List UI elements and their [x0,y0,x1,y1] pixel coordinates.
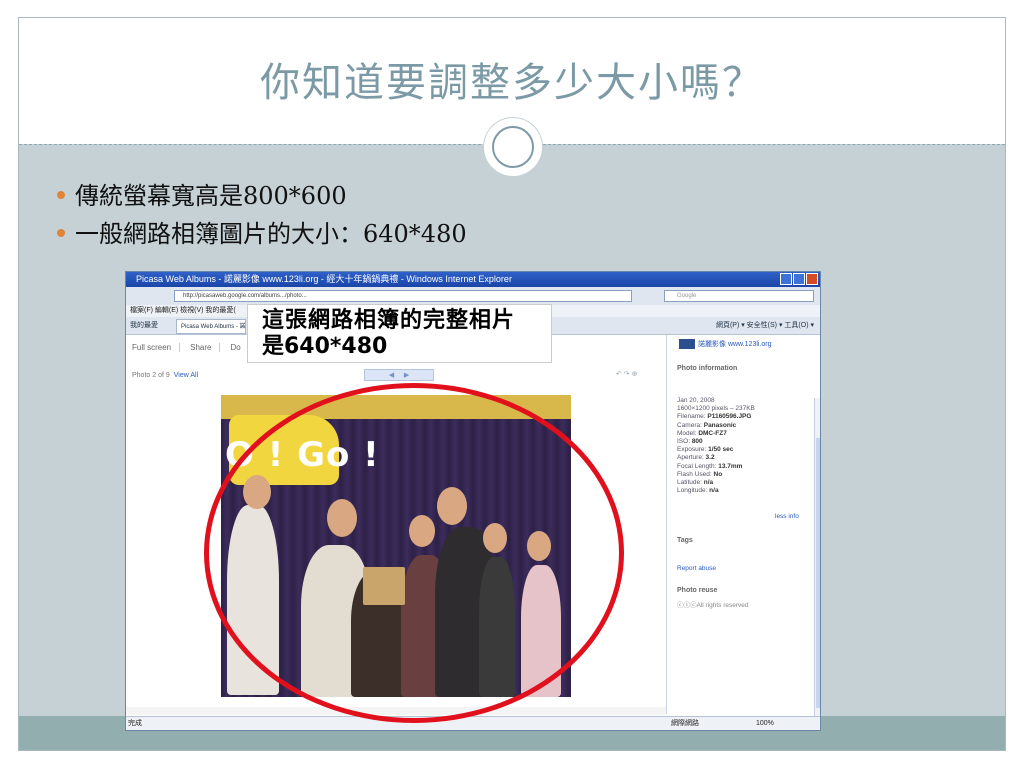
zoom-level[interactable]: 100% [756,717,774,730]
full-screen-button[interactable]: Full screen [132,343,181,352]
photo-nav-arrows[interactable]: ◀ ▶ [364,369,434,381]
bullet-dot-icon [57,191,65,199]
info-line: ISO: 800 [677,438,703,446]
search-input[interactable]: Google [664,290,814,302]
slide-title: 你知道要調整多少大小嗎？ [260,60,764,106]
tab-picasa[interactable]: Picasa Web Albums - 諾 [176,319,246,334]
share-button[interactable]: Share [190,343,221,352]
address-bar-row: http://picasaweb.google.com/albums.../ph… [126,287,820,305]
callout-line-1: 這張網路相簿的完整相片 [262,308,516,333]
rights-text: ⓒⓢⓒAll rights reserved [677,602,749,609]
callout-line-2: 是640*480 [262,334,388,359]
close-icon[interactable] [806,273,818,285]
status-zone: 網際網路 [671,720,699,727]
info-line: Latitude: n/a [677,479,714,487]
less-info-link[interactable]: less info [775,513,799,520]
info-line: Aperture: 3.2 [677,454,715,462]
photo-toolbar: Full screen Share Do [132,343,250,352]
callout-box: 這張網路相簿的完整相片 是640*480 [247,304,552,363]
info-line: Focal Length: 13.7mm [677,462,743,470]
bullet-list: 傳統螢幕寬高是800*600 一般網路相簿圖片的大小：640*480 [57,178,467,254]
window-controls [780,273,818,285]
bullet-dot-icon [57,229,65,237]
command-bar[interactable]: 網頁(P) ▾ 安全性(S) ▾ 工具(O) ▾ [716,320,814,330]
report-abuse-link[interactable]: Report abuse [677,565,716,572]
photo-counter: Photo 2 of 9 View All [132,372,199,379]
address-input[interactable]: http://picasaweb.google.com/albums.../ph… [174,290,632,302]
info-line: Model: DMC-FZ7 [677,429,727,437]
reuse-heading: Photo reuse [677,587,718,594]
bullet-item: 傳統螢幕寬高是800*600 [57,178,467,216]
site-name[interactable]: 諾麗影像 www.123li.org [679,339,772,350]
browser-title-bar: Picasa Web Albums - 諾麗影像 www.123li.org -… [126,272,820,287]
info-line: Longitude: n/a [677,487,719,495]
scroll-thumb[interactable] [816,438,820,708]
highlight-ellipse [204,383,624,723]
info-heading: Photo information [677,365,738,372]
info-line: Jan 20, 2008 [677,397,715,404]
vertical-scrollbar[interactable] [814,398,820,730]
favorites-button[interactable]: 我的最愛 [130,320,158,330]
info-line: Exposure: 1/50 sec [677,446,734,454]
minimize-icon[interactable] [780,273,792,285]
rotate-zoom-icons[interactable]: ↶ ↷ ⊕ [616,370,638,378]
site-logo-icon [679,339,695,350]
info-line: Flash Used: No [677,470,723,478]
photo-info-list: Jan 20, 2008 1600×1200 pixels – 237KB Fi… [677,397,755,495]
info-line: Camera: Panasonic [677,421,737,429]
tags-heading: Tags [677,537,693,544]
slide: 你知道要調整多少大小嗎？ 傳統螢幕寬高是800*600 一般網路相簿圖片的大小：… [18,17,1006,751]
maximize-icon[interactable] [793,273,805,285]
info-line: Filename: P1160596.JPG [677,413,752,421]
divider-circle-ornament [484,118,542,176]
photo-info-panel: 諾麗影像 www.123li.org Photo information Jan… [666,335,814,714]
view-all-link[interactable]: View All [174,372,198,379]
info-line: 1600×1200 pixels – 237KB [677,405,755,413]
bullet-item: 一般網路相簿圖片的大小：640*480 [57,216,467,254]
status-bar: 完成 網際網路 100% [126,716,820,730]
